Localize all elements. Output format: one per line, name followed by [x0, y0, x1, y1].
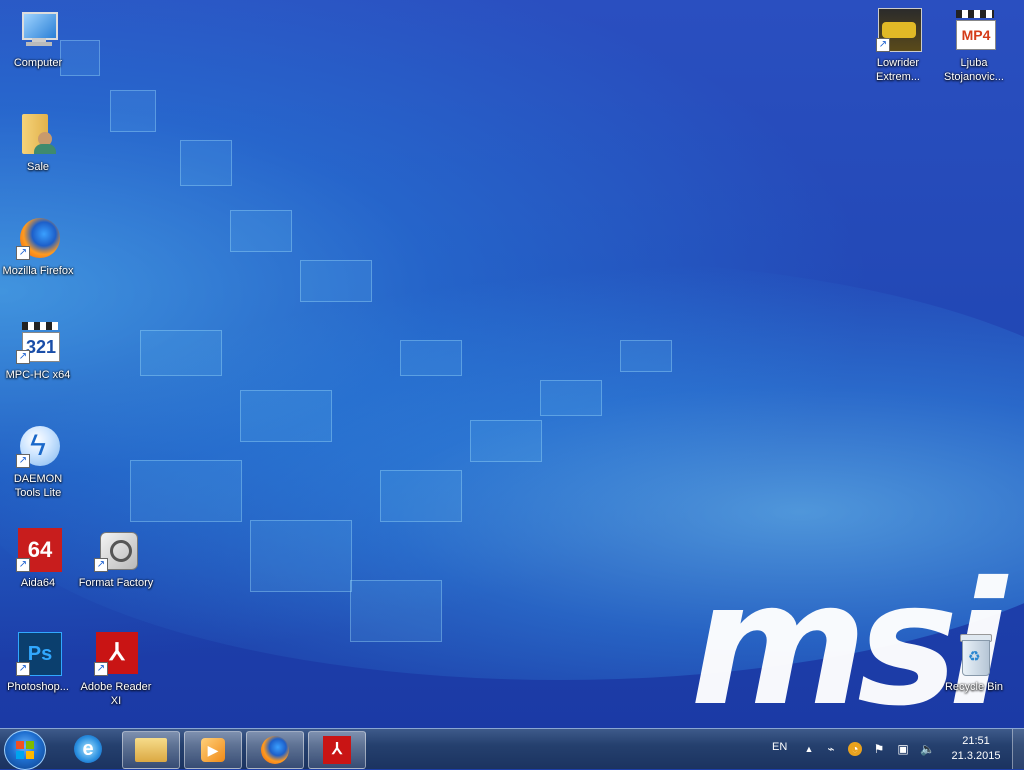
desktop: msi Computer Sale ↗ Mozilla Firefox 321 …	[0, 0, 1024, 728]
taskbar-adobe-reader[interactable]: ⅄	[308, 731, 366, 769]
daemon-tools-icon: ϟ ↗	[16, 424, 60, 468]
clock-time: 21:51	[962, 735, 990, 747]
lowrider-game-icon: ↗	[876, 8, 922, 52]
computer-icon	[16, 8, 60, 52]
taskbar: e ▶ ⅄ EN ▲ ⌁ ◔ ⚑ ▣ 🔈 21:51 21.3.2015	[0, 728, 1024, 770]
desktop-icon-ljuba[interactable]: MP4 Ljuba Stojanovic...	[936, 8, 1012, 84]
mpc-hc-icon: 321 ↗	[16, 320, 60, 364]
wallpaper-tile	[230, 210, 292, 252]
internet-explorer-icon: e	[74, 735, 102, 763]
wallpaper-tile	[130, 460, 242, 522]
action-center-flag-icon[interactable]: ⚑	[872, 742, 886, 756]
desktop-icon-label: Recycle Bin	[944, 681, 1004, 693]
taskbar-media-player[interactable]: ▶	[184, 731, 242, 769]
firefox-taskbar-icon	[261, 736, 289, 764]
desktop-icon-adobe-reader[interactable]: ⅄ ↗ Adobe Reader XI	[78, 632, 154, 708]
desktop-icon-label: MPC-HC x64	[5, 369, 71, 381]
desktop-icon-label: Sale	[26, 161, 50, 173]
wallpaper-tile	[180, 140, 232, 186]
desktop-icon-mpc-hc[interactable]: 321 ↗ MPC-HC x64	[0, 320, 76, 382]
wallpaper-tile	[400, 340, 462, 376]
wallpaper-tile	[250, 520, 352, 592]
wallpaper-tile	[620, 340, 672, 372]
desktop-icon-label: Lowrider Extrem...	[875, 57, 920, 83]
photoshop-icon: Ps ↗	[16, 632, 62, 676]
adobe-reader-icon: ⅄ ↗	[94, 632, 138, 676]
wallpaper-tile	[300, 260, 372, 302]
wallpaper-tile	[380, 470, 462, 522]
desktop-icon-label: Format Factory	[78, 577, 154, 589]
desktop-icon-label: Ljuba Stojanovic...	[944, 57, 1004, 83]
recycle-bin-icon: ♻	[952, 632, 996, 676]
media-player-icon: ▶	[201, 738, 225, 762]
desktop-icon-label: Aida64	[20, 577, 56, 589]
system-clock[interactable]: 21:51 21.3.2015	[944, 734, 1008, 764]
wallpaper-tile	[540, 380, 602, 416]
desktop-icon-label: DAEMON Tools Lite	[13, 473, 63, 499]
network-icon[interactable]: ▣	[896, 742, 910, 756]
wallpaper-tile	[110, 90, 156, 132]
adobe-reader-taskbar-icon: ⅄	[323, 736, 351, 764]
desktop-icon-lowrider[interactable]: ↗ Lowrider Extrem...	[860, 8, 936, 84]
desktop-icon-photoshop[interactable]: Ps ↗ Photoshop...	[0, 632, 76, 694]
volume-icon[interactable]: 🔈	[920, 742, 935, 756]
show-hidden-icons-icon[interactable]: ▲	[802, 742, 816, 756]
desktop-icon-aida64[interactable]: 64 ↗ Aida64	[0, 528, 76, 590]
desktop-icon-label: Adobe Reader XI	[80, 681, 152, 707]
wallpaper-tile	[240, 390, 332, 442]
taskbar-firefox[interactable]	[246, 731, 304, 769]
clock-date: 21.3.2015	[951, 750, 1001, 762]
wallpaper-tile	[350, 580, 442, 642]
desktop-icon-label: Photoshop...	[7, 681, 69, 693]
desktop-icon-sale[interactable]: Sale	[0, 112, 76, 174]
desktop-icon-daemon-tools[interactable]: ϟ ↗ DAEMON Tools Lite	[0, 424, 76, 500]
desktop-icon-label: Computer	[13, 57, 63, 69]
user-folder-icon	[16, 112, 60, 156]
taskbar-file-explorer[interactable]	[122, 731, 180, 769]
desktop-icon-format-factory[interactable]: ↗ Format Factory	[78, 528, 154, 590]
desktop-icon-computer[interactable]: Computer	[0, 8, 76, 70]
format-factory-icon: ↗	[94, 528, 138, 572]
firefox-icon: ↗	[16, 216, 60, 260]
taskbar-internet-explorer[interactable]: e	[60, 731, 116, 767]
wallpaper-tile	[140, 330, 222, 376]
aida64-icon: 64 ↗	[16, 528, 62, 572]
desktop-icon-recycle-bin[interactable]: ♻ Recycle Bin	[936, 632, 1012, 694]
windows-start-icon[interactable]	[4, 730, 46, 770]
desktop-icon-label: Mozilla Firefox	[2, 265, 74, 277]
wallpaper-tile	[470, 420, 542, 462]
mp4-file-icon: MP4	[952, 8, 996, 52]
desktop-icon-firefox[interactable]: ↗ Mozilla Firefox	[0, 216, 76, 278]
network-manager-icon[interactable]: ⌁	[824, 742, 838, 756]
language-indicator[interactable]: EN	[772, 741, 787, 753]
update-notifier-icon[interactable]: ◔	[848, 742, 862, 756]
show-desktop-button[interactable]	[1012, 729, 1024, 769]
file-explorer-icon	[135, 738, 167, 762]
